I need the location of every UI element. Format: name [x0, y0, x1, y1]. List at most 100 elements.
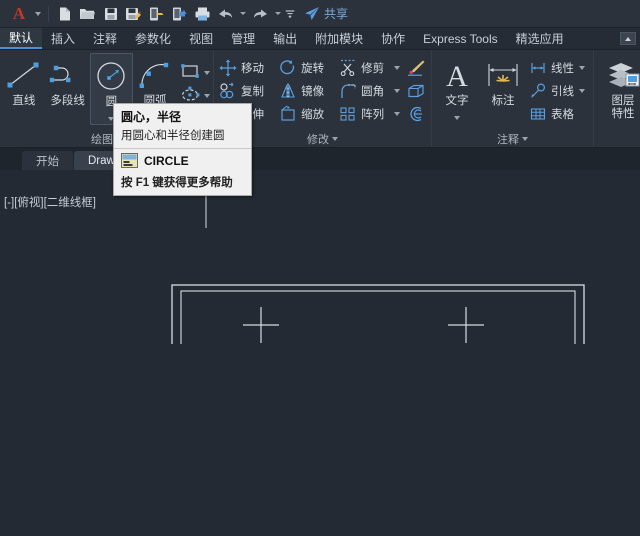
- export-icon[interactable]: [145, 2, 168, 26]
- outer-rectangle: [171, 284, 585, 344]
- modify-fillet-chevron[interactable]: [393, 79, 406, 102]
- undo-icon[interactable]: [214, 2, 237, 26]
- annotation-dimension-button[interactable]: 标注: [480, 53, 526, 108]
- customize-qat-icon[interactable]: [284, 2, 296, 26]
- ribbon-tab-parametric[interactable]: 参数化: [126, 28, 180, 49]
- array-icon: [338, 104, 358, 124]
- ribbon-tab-default[interactable]: 默认: [0, 28, 43, 49]
- panel-annotation-title-row[interactable]: 注释: [432, 130, 593, 147]
- modify-mirror-button[interactable]: 镜像: [276, 79, 336, 102]
- rectangle-icon: [178, 61, 202, 81]
- redo-icon[interactable]: [249, 2, 272, 26]
- app-logo-icon[interactable]: A: [6, 4, 32, 24]
- annotation-linear-label: 线性: [551, 62, 574, 75]
- panel-annotation: A 文字 标注 线性 引线 表格 注释: [432, 50, 594, 147]
- panel-annotation-chevron-icon: [522, 136, 528, 141]
- drawing-canvas[interactable]: [-][俯视][二维线框]: [0, 192, 640, 536]
- draw-line-button[interactable]: 直线: [2, 53, 46, 108]
- share-label: 共享: [324, 7, 349, 21]
- modify-fillet-button[interactable]: 圆角: [336, 79, 392, 102]
- inner-rectangle: [180, 290, 576, 344]
- draw-polyline-button[interactable]: 多段线: [46, 53, 90, 108]
- ribbon: 直线 多段线 圆 圆弧 绘图 移动 复制 拉伸 旋转 镜像 缩放 修剪 圆角 阵…: [0, 50, 640, 148]
- match-properties-icon: [406, 59, 426, 77]
- modify-scale-button[interactable]: 缩放: [276, 102, 336, 125]
- ribbon-tab-manage[interactable]: 管理: [222, 28, 264, 49]
- panel-modify-title: 修改: [307, 133, 329, 146]
- annotation-table-button[interactable]: 表格: [526, 102, 578, 125]
- new-file-icon[interactable]: [53, 2, 76, 26]
- ribbon-tab-express-tools[interactable]: Express Tools: [414, 28, 506, 49]
- arc-icon: [136, 55, 174, 95]
- modify-rotate-label: 旋转: [301, 62, 325, 75]
- modify-array-label: 阵列: [361, 108, 385, 121]
- tooltip-command-name: CIRCLE: [144, 153, 189, 168]
- linear-dimension-icon: [528, 58, 548, 78]
- toolbar-divider: [48, 5, 49, 22]
- draw-ellipse-button[interactable]: [177, 82, 211, 105]
- annotation-leader-button[interactable]: 引线: [526, 79, 578, 102]
- ribbon-tab-collaborate[interactable]: 协作: [372, 28, 414, 49]
- draw-ellipse-chevron-icon[interactable]: [204, 87, 211, 101]
- modify-trim-button[interactable]: 修剪: [336, 56, 392, 79]
- draw-rectangle-chevron-icon[interactable]: [204, 64, 211, 78]
- mirror-icon: [278, 81, 298, 101]
- circle-icon: [92, 56, 130, 96]
- panel-annotation-body: A 文字 标注 线性 引线 表格: [432, 50, 593, 130]
- layer-properties-label-1: 图层: [611, 95, 635, 107]
- redo-chevron-icon[interactable]: [272, 2, 284, 26]
- draw-rectangle-button[interactable]: [177, 59, 211, 82]
- modify-copy-label: 复制: [241, 85, 264, 98]
- leader-icon: [528, 81, 548, 101]
- open-folder-icon[interactable]: [76, 2, 99, 26]
- save-as-icon[interactable]: [122, 2, 145, 26]
- table-icon: [528, 104, 548, 124]
- modify-match-properties-button[interactable]: [405, 56, 429, 79]
- ribbon-tab-insert[interactable]: 插入: [42, 28, 84, 49]
- print-icon[interactable]: [191, 2, 214, 26]
- modify-array-button[interactable]: 阵列: [336, 102, 392, 125]
- minimize-ribbon-icon: [620, 32, 636, 45]
- minimize-ribbon-button[interactable]: [620, 28, 640, 49]
- modify-rotate-button[interactable]: 旋转: [276, 56, 336, 79]
- svg-text:A: A: [446, 60, 468, 92]
- line-icon: [5, 55, 43, 95]
- modify-fillet-label: 圆角: [361, 85, 385, 98]
- modify-array-chevron[interactable]: [393, 102, 406, 125]
- ribbon-tab-view[interactable]: 视图: [180, 28, 222, 49]
- document-tab-start[interactable]: 开始: [22, 151, 73, 170]
- ribbon-tab-featured-apps[interactable]: 精选应用: [507, 28, 573, 49]
- annotation-table-label: 表格: [551, 108, 574, 121]
- annotation-linear-button[interactable]: 线性: [526, 56, 578, 79]
- share-paperplane-icon: [304, 6, 320, 21]
- plot-preview-icon[interactable]: [168, 2, 191, 26]
- annotation-leader-label: 引线: [551, 85, 574, 98]
- undo-chevron-icon[interactable]: [237, 2, 249, 26]
- modify-group-button[interactable]: [405, 102, 429, 125]
- layer-properties-button[interactable]: 图层 特性: [600, 53, 640, 121]
- ribbon-tab-addins[interactable]: 附加模块: [306, 28, 372, 49]
- scale-icon: [278, 104, 298, 124]
- panel-modify-chevron-icon: [332, 136, 338, 141]
- modify-move-label: 移动: [241, 62, 264, 75]
- annotation-text-button[interactable]: A 文字: [434, 53, 480, 123]
- annotation-leader-chevron[interactable]: [578, 79, 591, 102]
- annotation-linear-chevron[interactable]: [578, 56, 591, 79]
- ribbon-tab-output[interactable]: 输出: [264, 28, 306, 49]
- crosshair-marker-2: [448, 307, 484, 343]
- save-icon[interactable]: [99, 2, 122, 26]
- modify-3d-solid-button[interactable]: [405, 79, 429, 102]
- tooltip-command-row: CIRCLE: [114, 149, 251, 172]
- ribbon-tab-annotate[interactable]: 注释: [84, 28, 126, 49]
- share-button[interactable]: 共享: [304, 5, 348, 22]
- tooltip-description: 用圆心和半径创建圆: [121, 130, 225, 142]
- app-menu-chevron-icon[interactable]: [32, 2, 44, 26]
- modify-move-button[interactable]: 移动: [216, 56, 276, 79]
- modify-trim-chevron[interactable]: [393, 56, 406, 79]
- crosshair-marker-1: [243, 307, 279, 343]
- annotation-dimension-label: 标注: [491, 95, 515, 107]
- modify-copy-button[interactable]: 复制: [216, 79, 276, 102]
- circle-command-icon: [121, 153, 138, 168]
- fillet-icon: [338, 81, 358, 101]
- annotation-text-chevron-icon[interactable]: [454, 109, 460, 123]
